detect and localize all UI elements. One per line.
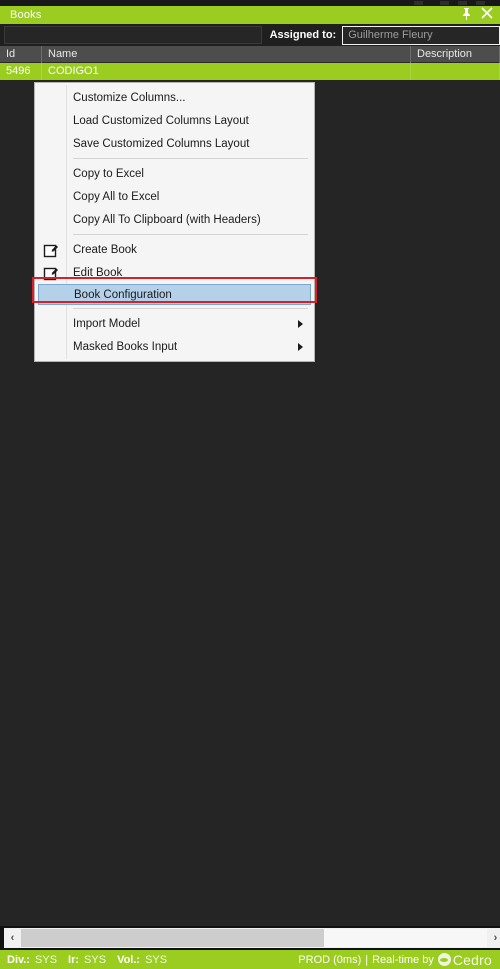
status-right-group: PROD (0ms) | Real-time by Cedro [298, 953, 500, 967]
horizontal-scrollbar[interactable]: ‹ › [4, 928, 500, 948]
scroll-left-button[interactable]: ‹ [4, 929, 21, 947]
menu-separator [73, 158, 308, 159]
menu-item-label: Customize Columns... [73, 91, 186, 104]
search-input[interactable] [4, 26, 262, 44]
cell-id: 5496 [0, 63, 42, 80]
scrollbar-container: ‹ › [0, 926, 500, 950]
assigned-to-label: Assigned to: [269, 29, 337, 41]
cedro-mark-icon [437, 953, 451, 966]
menu-item-customize-columns[interactable]: Customize Columns... [35, 86, 314, 109]
chevron-right-icon [298, 319, 303, 328]
status-realtime-text: Real-time by [372, 953, 434, 966]
scrollbar-track[interactable] [21, 929, 487, 947]
menu-item-edit-book[interactable]: Edit Book [35, 261, 314, 284]
menu-item-import-model[interactable]: Import Model [35, 312, 314, 335]
cell-description [411, 63, 500, 80]
column-header-description[interactable]: Description [411, 45, 500, 63]
table-row[interactable]: 5496 CODIGO1 [0, 63, 500, 80]
cell-name: CODIGO1 [42, 63, 411, 80]
status-label-ir: Ir: [68, 953, 80, 966]
status-label-vol: Vol.: [117, 953, 141, 966]
application-window: Books Assigned to: Guilherme Fleury Id N… [0, 0, 500, 969]
menu-item-label: Edit Book [73, 266, 123, 279]
status-bar: Div.: SYS Ir: SYS Vol.: SYS PROD (0ms) |… [0, 950, 500, 969]
menu-item-label: Copy All to Excel [73, 190, 160, 203]
chevron-right-icon [298, 342, 303, 351]
grid-column-headers: Id Name Description [0, 45, 500, 63]
menu-item-copy-all-to-excel[interactable]: Copy All to Excel [35, 185, 314, 208]
status-value-ir: SYS [84, 953, 107, 966]
menu-item-save-customized-columns-layout[interactable]: Save Customized Columns Layout [35, 132, 314, 155]
filter-toolbar: Assigned to: Guilherme Fleury [0, 24, 500, 46]
cedro-logo: Cedro [437, 951, 492, 968]
panel-titlebar: Books [0, 6, 500, 24]
status-label-div: Div.: [7, 953, 31, 966]
menu-item-label: Save Customized Columns Layout [73, 137, 250, 150]
menu-item-label: Create Book [73, 243, 137, 256]
menu-item-masked-books-input[interactable]: Masked Books Input [35, 335, 314, 358]
menu-item-load-customized-columns-layout[interactable]: Load Customized Columns Layout [35, 109, 314, 132]
minimize-control[interactable] [414, 1, 423, 5]
assigned-to-combobox[interactable]: Guilherme Fleury [342, 25, 500, 45]
edit-pencil-icon [43, 265, 59, 281]
menu-item-label: Import Model [73, 317, 141, 330]
cedro-wordmark: Cedro [452, 951, 492, 968]
titlebar-actions [461, 7, 500, 24]
menu-separator [73, 234, 308, 235]
menu-item-copy-to-excel[interactable]: Copy to Excel [35, 162, 314, 185]
menu-item-label: Load Customized Columns Layout [73, 114, 249, 127]
menu-item-copy-all-to-clipboard[interactable]: Copy All To Clipboard (with Headers) [35, 208, 314, 231]
assigned-to-value: Guilherme Fleury [348, 29, 433, 41]
menu-item-label: Masked Books Input [73, 340, 178, 353]
context-menu: Customize Columns... Load Customized Col… [34, 82, 315, 362]
status-separator: | [365, 953, 369, 966]
menu-item-label: Copy to Excel [73, 167, 144, 180]
status-environment: PROD (0ms) [298, 953, 362, 966]
status-value-vol: SYS [145, 953, 168, 966]
maximize-control[interactable] [440, 1, 449, 5]
menu-item-label: Book Configuration [74, 288, 172, 301]
close-icon[interactable] [481, 7, 493, 23]
scroll-right-button[interactable]: › [487, 929, 500, 947]
status-value-div: SYS [35, 953, 58, 966]
close-control[interactable] [476, 1, 485, 5]
column-header-id[interactable]: Id [0, 45, 42, 63]
menu-item-label: Copy All To Clipboard (with Headers) [73, 213, 261, 226]
edit-pencil-icon [43, 242, 59, 258]
restore-control[interactable] [458, 1, 467, 5]
scrollbar-thumb[interactable] [21, 929, 324, 947]
menu-separator [73, 308, 308, 309]
page-title: Books [10, 9, 42, 21]
menu-item-book-configuration[interactable]: Book Configuration [38, 284, 311, 305]
pin-icon[interactable] [461, 7, 472, 24]
menu-item-create-book[interactable]: Create Book [35, 238, 314, 261]
column-header-name[interactable]: Name [42, 45, 411, 63]
status-fields: Div.: SYS Ir: SYS Vol.: SYS [0, 954, 173, 966]
